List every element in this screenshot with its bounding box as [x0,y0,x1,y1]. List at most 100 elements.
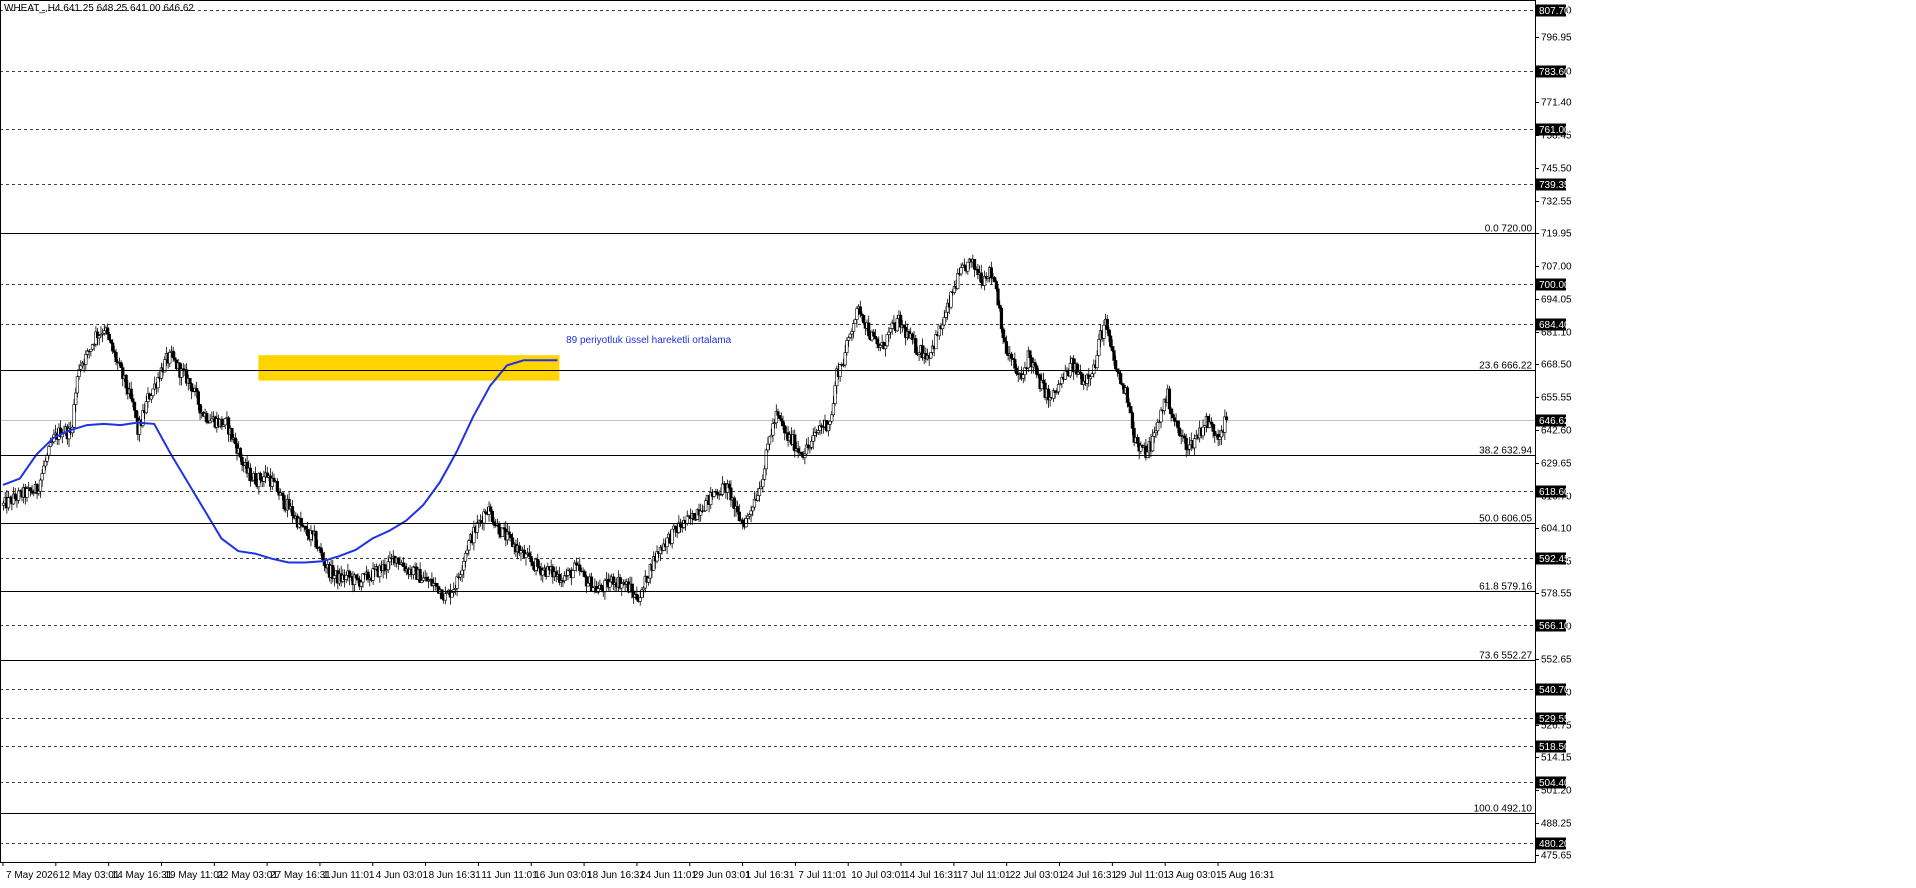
candle [527,545,531,558]
x-tick-label: 29 Jun 03:01 [693,870,751,881]
candle-body-down [972,259,977,270]
level-price-box: 592.45 [1536,552,1570,565]
candle-body-down [1169,408,1173,415]
candle-body-up [102,330,106,334]
level-price-box: 504.40 [1536,776,1570,789]
axis-box-label: 783.60 [1539,67,1570,78]
y-tick-label: 655.55 [1541,393,1572,404]
candle-body-down [867,322,871,337]
x-tick-label: 19 May 11:01 [164,870,224,881]
fib-label: 73.6 552.27 [1479,651,1532,662]
candle-body-up [463,553,468,562]
candle-body-down [1176,420,1180,429]
candle-body-up [1156,421,1160,432]
x-tick-label: 22 Jul 03:01 [1010,870,1065,881]
candle-body-up [1056,384,1061,393]
candle-body-down [1119,373,1123,385]
candle-body-up [6,497,11,509]
fib-label: 38.2 632.94 [1479,446,1532,457]
candle-body-up [1088,376,1093,380]
y-tick-label: 694.05 [1541,295,1572,306]
candle-body-up [74,392,78,405]
level-price-box: 480.20 [1536,837,1570,850]
candle-body-up [1102,324,1106,339]
candle-body-down [233,437,237,445]
candle-body-up [17,490,21,501]
candle-body-down [1009,353,1014,359]
candle-body-up [1159,409,1163,423]
candle-body-up [1097,339,1101,356]
candle [623,579,627,593]
candle-body-down [1129,406,1133,414]
candle-body-up [371,568,375,581]
candle-body-down [129,388,133,399]
candle-body-up [744,518,748,528]
candle [934,330,938,350]
x-tick-label: 14 Jul 16:31 [904,870,959,881]
candle-body-down [435,582,439,587]
x-tick-label: 7 May 2026 [6,870,59,881]
y-tick-label: 475.65 [1541,851,1572,862]
candle-body-down [258,473,263,481]
candle-body-down [489,506,493,512]
candle-body-up [1152,432,1156,437]
x-tick-label: 17 Jul 11:01 [957,870,1011,881]
candle-body-up [746,515,750,519]
candle-body-up [603,580,607,593]
y-tick-label: 771.40 [1541,98,1572,109]
candle [989,261,993,285]
resistance-zone [258,355,560,381]
candle [141,404,145,428]
candle-body-down [106,327,110,335]
candle [425,572,429,582]
candle-body-down [354,574,358,579]
candle [490,509,494,524]
candle [384,569,389,579]
candle [253,466,258,486]
candle-body-down [1109,335,1113,347]
level-price-box: 783.60 [1536,65,1570,78]
candle-body-down [107,333,111,341]
candle-body-up [941,324,945,329]
candle-body-up [591,587,595,592]
candle-body-down [599,584,604,590]
fibonacci-levels: 0.0 720.00 23.6 666.22 38.2 632.94 50.0 606… [0,224,1535,815]
highlight-zone [258,355,560,381]
candle-body-up [37,491,41,494]
candle [220,416,224,430]
candle-body-down [1114,360,1118,370]
candle-body-down [914,338,918,354]
x-tick-label: 1 Jun 11:01 [323,870,375,881]
candle-body-up [332,575,337,579]
candle-body-down [321,552,325,560]
candle [418,562,422,584]
candle-body-up [45,454,49,462]
y-tick-label: 514.15 [1541,753,1572,764]
candle-body-down [13,493,17,499]
candle-body-down [171,350,175,358]
candle-body-up [1,502,6,506]
candle-body-down [536,558,540,567]
candle [976,263,980,280]
candle [573,560,577,571]
axis-box-label: 504.40 [1539,778,1570,789]
candle [771,418,775,443]
chart-area[interactable]: 0.0 720.00 23.6 666.22 38.2 632.94 50.0 606… [0,0,1916,888]
candle-body-down [124,374,128,389]
y-tick-label: 629.65 [1541,459,1572,470]
candle-body-up [850,331,854,335]
candle [603,578,607,600]
candle-body-up [640,589,644,598]
candle-body-up [830,414,834,422]
candle-body-down [673,525,678,530]
candle-body-down [248,467,253,482]
fib-label: 100.0 492.10 [1474,804,1533,815]
candle-body-down [280,492,284,496]
candle-body-down [996,288,1000,306]
y-tick-label: 796.95 [1541,33,1572,44]
fib-label: 61.8 579.16 [1479,582,1532,593]
candle-body-up [845,340,849,353]
candle-body-up [144,401,148,414]
candle-body-down [781,420,785,426]
axis-box-label: 739.35 [1539,180,1570,191]
